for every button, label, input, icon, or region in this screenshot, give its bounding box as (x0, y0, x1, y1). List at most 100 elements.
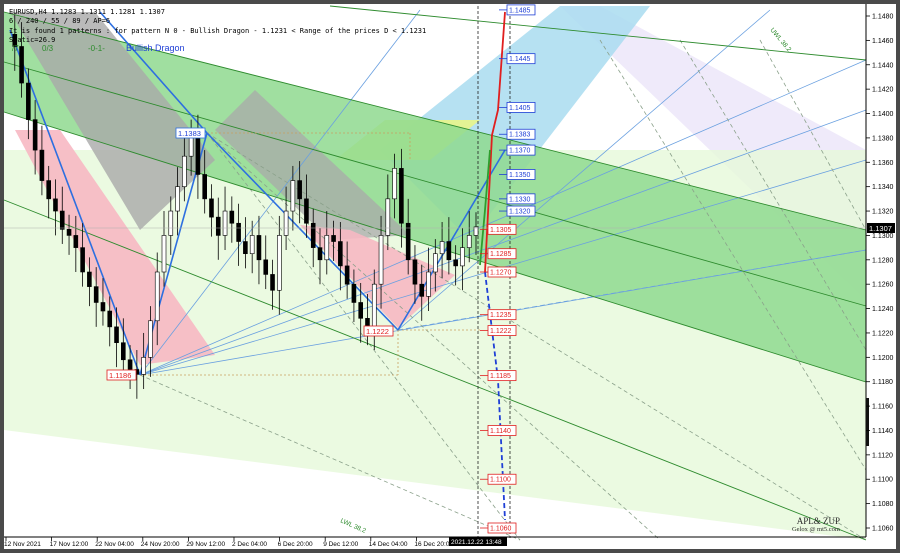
candle-body (405, 222, 411, 261)
candle-body (87, 271, 92, 287)
candle-body (256, 235, 262, 261)
candle-body (168, 210, 174, 236)
price-tick-label: 1.1340 (872, 184, 894, 191)
candle-body (215, 216, 221, 236)
price-tick-label: 1.1440 (872, 62, 894, 69)
candle-body (175, 186, 180, 212)
price-tick-label: 1.1460 (872, 38, 894, 45)
fan-label-center: -0-1- (88, 44, 105, 53)
candle-body (426, 271, 431, 297)
candle-body (385, 198, 391, 236)
candle-body (53, 198, 58, 212)
candle-body (324, 235, 330, 261)
projection-label: 1.1140 (490, 428, 511, 435)
params-line: 6 / 240 / 55 / 89 / AP=6 (9, 17, 111, 25)
time-tick-label: 17 Nov 12:00 (50, 541, 89, 548)
candle-body (121, 342, 126, 361)
candle-body (154, 271, 160, 322)
projection-label: 1.1100 (490, 477, 511, 484)
candle-body (290, 180, 296, 212)
candle-body (195, 133, 201, 175)
price-tick-label: 1.1220 (872, 330, 894, 337)
candle-body (304, 198, 309, 224)
candle-body (466, 235, 472, 248)
projection-label: 1.1285 (490, 251, 512, 258)
time-tick-label: 12 Nov 2021 (4, 541, 41, 548)
candle-body (26, 82, 31, 120)
candle-body (317, 247, 323, 261)
projection-label: 1.1383 (509, 132, 531, 139)
candle-body (412, 259, 418, 285)
time-tick-label: 22 Nov 04:00 (95, 541, 134, 548)
candle-body (439, 241, 445, 255)
candle-body (460, 247, 465, 267)
candle-body (399, 168, 404, 224)
candle-body (243, 241, 248, 255)
pattern-point-x-label: 1.1186 (109, 371, 131, 380)
price-tick-label: 1.1060 (872, 526, 894, 533)
projection-label: 1.1185 (490, 373, 511, 380)
candle-body (59, 210, 65, 230)
price-tick-label: 1.1360 (872, 160, 894, 167)
price-tick-label: 1.1200 (872, 355, 894, 362)
time-tick-label: 14 Dec 04:00 (369, 541, 408, 548)
symbol-line: EURUSD,H4 1.1283 1.1311 1.1281 1.1307 (9, 8, 165, 16)
candle-body (141, 357, 146, 375)
fan-label-left-b: 0/3 (42, 44, 54, 53)
cursor-time-value: 2021.12.22 13:48 (451, 539, 502, 546)
price-tick-label: 1.1420 (872, 87, 894, 94)
static-line: Static=26.9 (9, 36, 56, 44)
candle-body (222, 210, 228, 236)
candle-body (229, 210, 235, 224)
projection-label: 1.1320 (509, 209, 531, 216)
candle-body (297, 180, 302, 200)
time-tick-label: 29 Nov 12:00 (186, 541, 225, 548)
candle-body (378, 235, 384, 285)
candle-body (371, 283, 377, 331)
candle-body (283, 210, 289, 236)
projection-label: 1.1370 (509, 148, 531, 155)
time-tick-label: 2 Dec 04:00 (232, 541, 267, 548)
projection-label: 1.1350 (509, 172, 531, 179)
projection-label: 1.1445 (509, 56, 531, 63)
candle-body (114, 326, 119, 344)
projection-label: 1.1060 (490, 526, 512, 533)
candle-body (358, 302, 363, 319)
candle-body (46, 180, 51, 200)
projection-label: 1.1330 (509, 196, 531, 203)
candle-body (182, 155, 187, 187)
candle-body (127, 359, 133, 370)
time-tick-label: 6 Dec 20:00 (278, 541, 313, 548)
price-tick-label: 1.1400 (872, 111, 894, 118)
price-tick-label: 1.1140 (872, 428, 893, 435)
time-tick-label: 9 Dec 12:00 (323, 541, 358, 548)
price-tick-label: 1.1180 (872, 379, 893, 386)
candle-body (209, 198, 214, 218)
candle-body (433, 253, 438, 273)
price-tick-label: 1.1240 (872, 306, 894, 313)
projection-label: 1.1222 (490, 328, 512, 335)
fan-label-left-a: /7 (12, 44, 19, 53)
candle-body (344, 265, 350, 285)
time-tick-label: 16 Dec 20:00 (414, 541, 453, 548)
candle-body (310, 222, 316, 248)
candle-body (107, 310, 113, 328)
projection-label: 1.1485 (509, 7, 531, 14)
price-tick-label: 1.1300 (872, 233, 894, 240)
price-tick-label: 1.1160 (872, 404, 893, 411)
candle-body (263, 259, 269, 275)
price-tick-label: 1.1080 (872, 501, 894, 508)
chart-canvas[interactable]: 1.1480 1.1460 1.1440 1.1420 1.1400 1.1380 1.13… (0, 0, 900, 553)
watermark: APL& ZUP Gelox @ mt5.com (792, 516, 840, 533)
candle-body (270, 274, 275, 291)
projection-label: 1.1305 (490, 227, 512, 234)
candle-body (148, 320, 153, 358)
candle-body (93, 286, 99, 303)
price-axis-scrollbar[interactable] (866, 398, 869, 446)
candle-body (446, 241, 452, 261)
candle-body (419, 283, 425, 297)
price-tick-label: 1.1120 (872, 452, 893, 459)
candle-body (80, 247, 85, 273)
candle-body (66, 229, 72, 236)
watermark-subtitle: Gelox @ mt5.com (791, 526, 840, 533)
